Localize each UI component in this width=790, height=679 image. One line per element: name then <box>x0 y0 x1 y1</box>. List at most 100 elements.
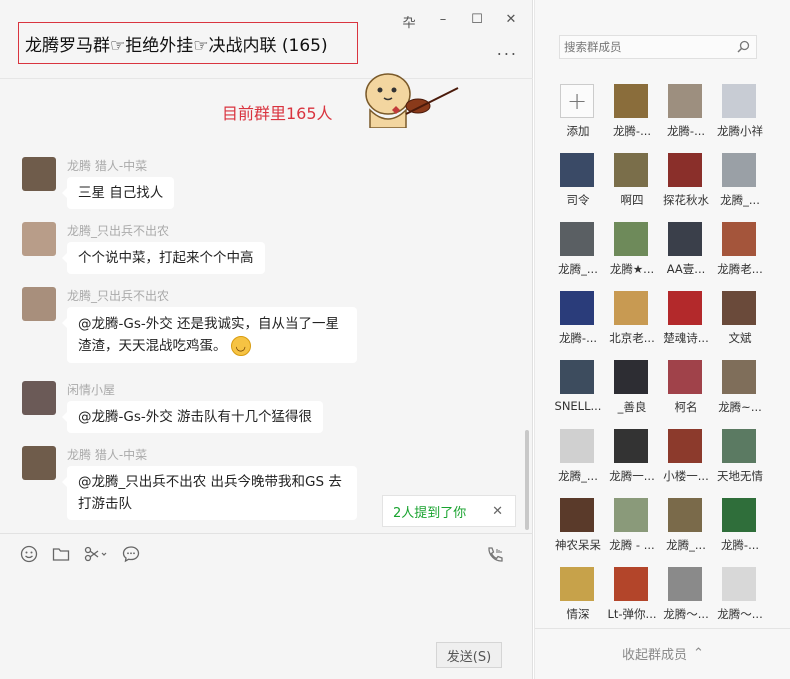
member-name: 龙腾★... <box>609 262 655 276</box>
collapse-members-button[interactable]: 收起群成员 ⌃ <box>535 628 790 678</box>
member-search <box>559 35 757 59</box>
close-icon[interactable]: ✕ <box>494 12 528 31</box>
avatar[interactable] <box>22 222 56 256</box>
pin-icon[interactable]: 卆 <box>392 12 426 31</box>
member-item[interactable]: 小楼一... <box>660 429 716 489</box>
member-avatar <box>614 222 648 256</box>
member-item[interactable]: 龙腾-... <box>552 291 608 351</box>
message-item: 龙腾_只出兵不出农 个个说中菜，打起来个个中高 <box>22 222 442 282</box>
message-bubble[interactable]: @龙腾-Gs-外交 游击队有十几个猛得很 <box>61 401 324 433</box>
member-item[interactable]: 龙腾_... <box>552 222 608 282</box>
member-name: 龙腾-... <box>720 538 760 552</box>
member-item[interactable]: 龙腾～... <box>714 567 770 627</box>
member-name: 探花秋水 <box>663 193 709 207</box>
member-avatar <box>722 567 756 601</box>
member-name: 龙腾小祥 <box>717 124 763 138</box>
member-item[interactable]: _善良 <box>606 360 662 420</box>
member-item[interactable]: 龙腾-... <box>660 84 716 144</box>
member-name: 小楼一... <box>663 469 709 483</box>
avatar[interactable] <box>22 381 56 415</box>
member-avatar <box>560 429 594 463</box>
member-item[interactable]: 北京老... <box>606 291 662 351</box>
message-line: @龙腾_只出兵不出农 出兵今晚带我和GS 去 <box>78 474 342 490</box>
minimize-icon[interactable]: – <box>426 12 460 31</box>
member-item[interactable]: 探花秋水 <box>660 153 716 213</box>
member-item[interactable]: 情深 <box>552 567 608 627</box>
members-panel: + 添加 龙腾-... 龙腾-... 龙腾小祥司令 啊四 探花秋水龙腾_... 龙腾_..… <box>534 0 790 679</box>
member-name: 天地无情 <box>717 469 763 483</box>
member-item[interactable]: 龙腾 - ... <box>606 498 662 558</box>
member-name: 龙腾~... <box>718 400 762 414</box>
member-name: 龙腾-... <box>612 124 652 138</box>
member-item[interactable]: 龙腾_... <box>660 498 716 558</box>
sender-name: 龙腾_只出兵不出农 <box>67 224 170 238</box>
message-bubble[interactable]: @龙腾_只出兵不出农 出兵今晚带我和GS 去 打游击队 <box>62 466 357 520</box>
chat-bubble-icon[interactable] <box>122 545 140 563</box>
add-member-button[interactable]: + 添加 <box>552 84 608 144</box>
member-item[interactable]: 龙腾一... <box>606 429 662 489</box>
member-item[interactable]: 龙腾老... <box>714 222 770 282</box>
member-item[interactable]: 啊四 <box>606 153 662 213</box>
member-avatar <box>614 291 648 325</box>
member-item[interactable]: 龙腾-... <box>606 84 662 144</box>
search-icon[interactable] <box>737 40 750 53</box>
member-item[interactable]: 龙腾～... <box>660 567 716 627</box>
member-avatar <box>668 291 702 325</box>
member-item[interactable]: 司令 <box>552 153 608 213</box>
avatar[interactable] <box>22 446 56 480</box>
member-item[interactable]: 龙腾_... <box>552 429 608 489</box>
member-name: 情深 <box>566 607 590 621</box>
member-item[interactable]: 神农呆呆 <box>552 498 608 558</box>
avatar[interactable] <box>22 157 56 191</box>
close-icon[interactable]: ✕ <box>492 504 503 519</box>
message-bubble[interactable]: 个个说中菜，打起来个个中高 <box>62 242 265 274</box>
avatar[interactable] <box>22 287 56 321</box>
member-avatar <box>560 291 594 325</box>
member-name: 龙腾老... <box>717 262 763 276</box>
member-item[interactable]: 楚魂诗... <box>660 291 716 351</box>
violin-cat-sticker <box>365 73 459 128</box>
mention-notice[interactable]: 2人提到了你 ✕ <box>382 495 516 527</box>
member-name: 北京老... <box>609 331 655 345</box>
member-avatar <box>560 153 594 187</box>
window-controls: 卆 – ☐ ✕ <box>392 12 528 31</box>
member-item[interactable]: 龙腾~... <box>714 360 770 420</box>
member-item[interactable]: 龙腾_... <box>714 153 770 213</box>
member-avatar <box>722 222 756 256</box>
message-bubble[interactable]: 三星 自己找人 <box>61 177 175 209</box>
member-item[interactable]: 文斌 <box>714 291 770 351</box>
member-item[interactable]: AA壹... <box>660 222 716 282</box>
member-item[interactable]: Lt-弹你... <box>606 567 662 627</box>
emoji-icon[interactable] <box>20 545 38 563</box>
voice-call-icon[interactable] <box>486 546 504 564</box>
member-item[interactable]: SNELL... <box>552 360 608 420</box>
chat-scrollbar[interactable] <box>525 430 529 530</box>
member-count-note: 目前群里165人 <box>222 104 333 123</box>
member-name: 龙腾一... <box>609 469 655 483</box>
collapse-label: 收起群成员 <box>622 648 688 663</box>
send-button[interactable]: 发送(S) <box>436 642 502 668</box>
member-item[interactable]: 天地无情 <box>714 429 770 489</box>
scissors-icon[interactable] <box>84 545 108 563</box>
member-avatar <box>722 429 756 463</box>
mention-notice-text: 2人提到了你 <box>393 505 467 521</box>
member-avatar <box>722 153 756 187</box>
member-avatar <box>668 84 702 118</box>
folder-icon[interactable] <box>52 545 70 563</box>
maximize-icon[interactable]: ☐ <box>460 12 494 31</box>
message-item: 闲情小屋 @龙腾-Gs-外交 游击队有十几个猛得很 <box>22 381 442 441</box>
member-item[interactable]: 柯名 <box>660 360 716 420</box>
member-item[interactable]: 龙腾-... <box>714 498 770 558</box>
member-avatar <box>560 360 594 394</box>
member-name: 龙腾 - ... <box>609 538 655 552</box>
member-item[interactable]: 龙腾★... <box>606 222 662 282</box>
sender-name: 龙腾_只出兵不出农 <box>67 289 170 303</box>
member-item[interactable]: 龙腾小祥 <box>714 84 770 144</box>
more-options-icon[interactable]: ... <box>497 40 518 59</box>
sender-name: 龙腾 猎人-中菜 <box>67 159 148 173</box>
composer-toolbar <box>20 545 140 563</box>
grinning-emoji-icon: ◡ <box>230 336 251 356</box>
composer-divider <box>0 533 533 534</box>
message-bubble[interactable]: @龙腾-Gs-外交 还是我诚实，自从当了一星 渣渣，天天混战吃鸡蛋。 ◡ <box>62 307 357 363</box>
member-search-input[interactable] <box>560 36 730 58</box>
